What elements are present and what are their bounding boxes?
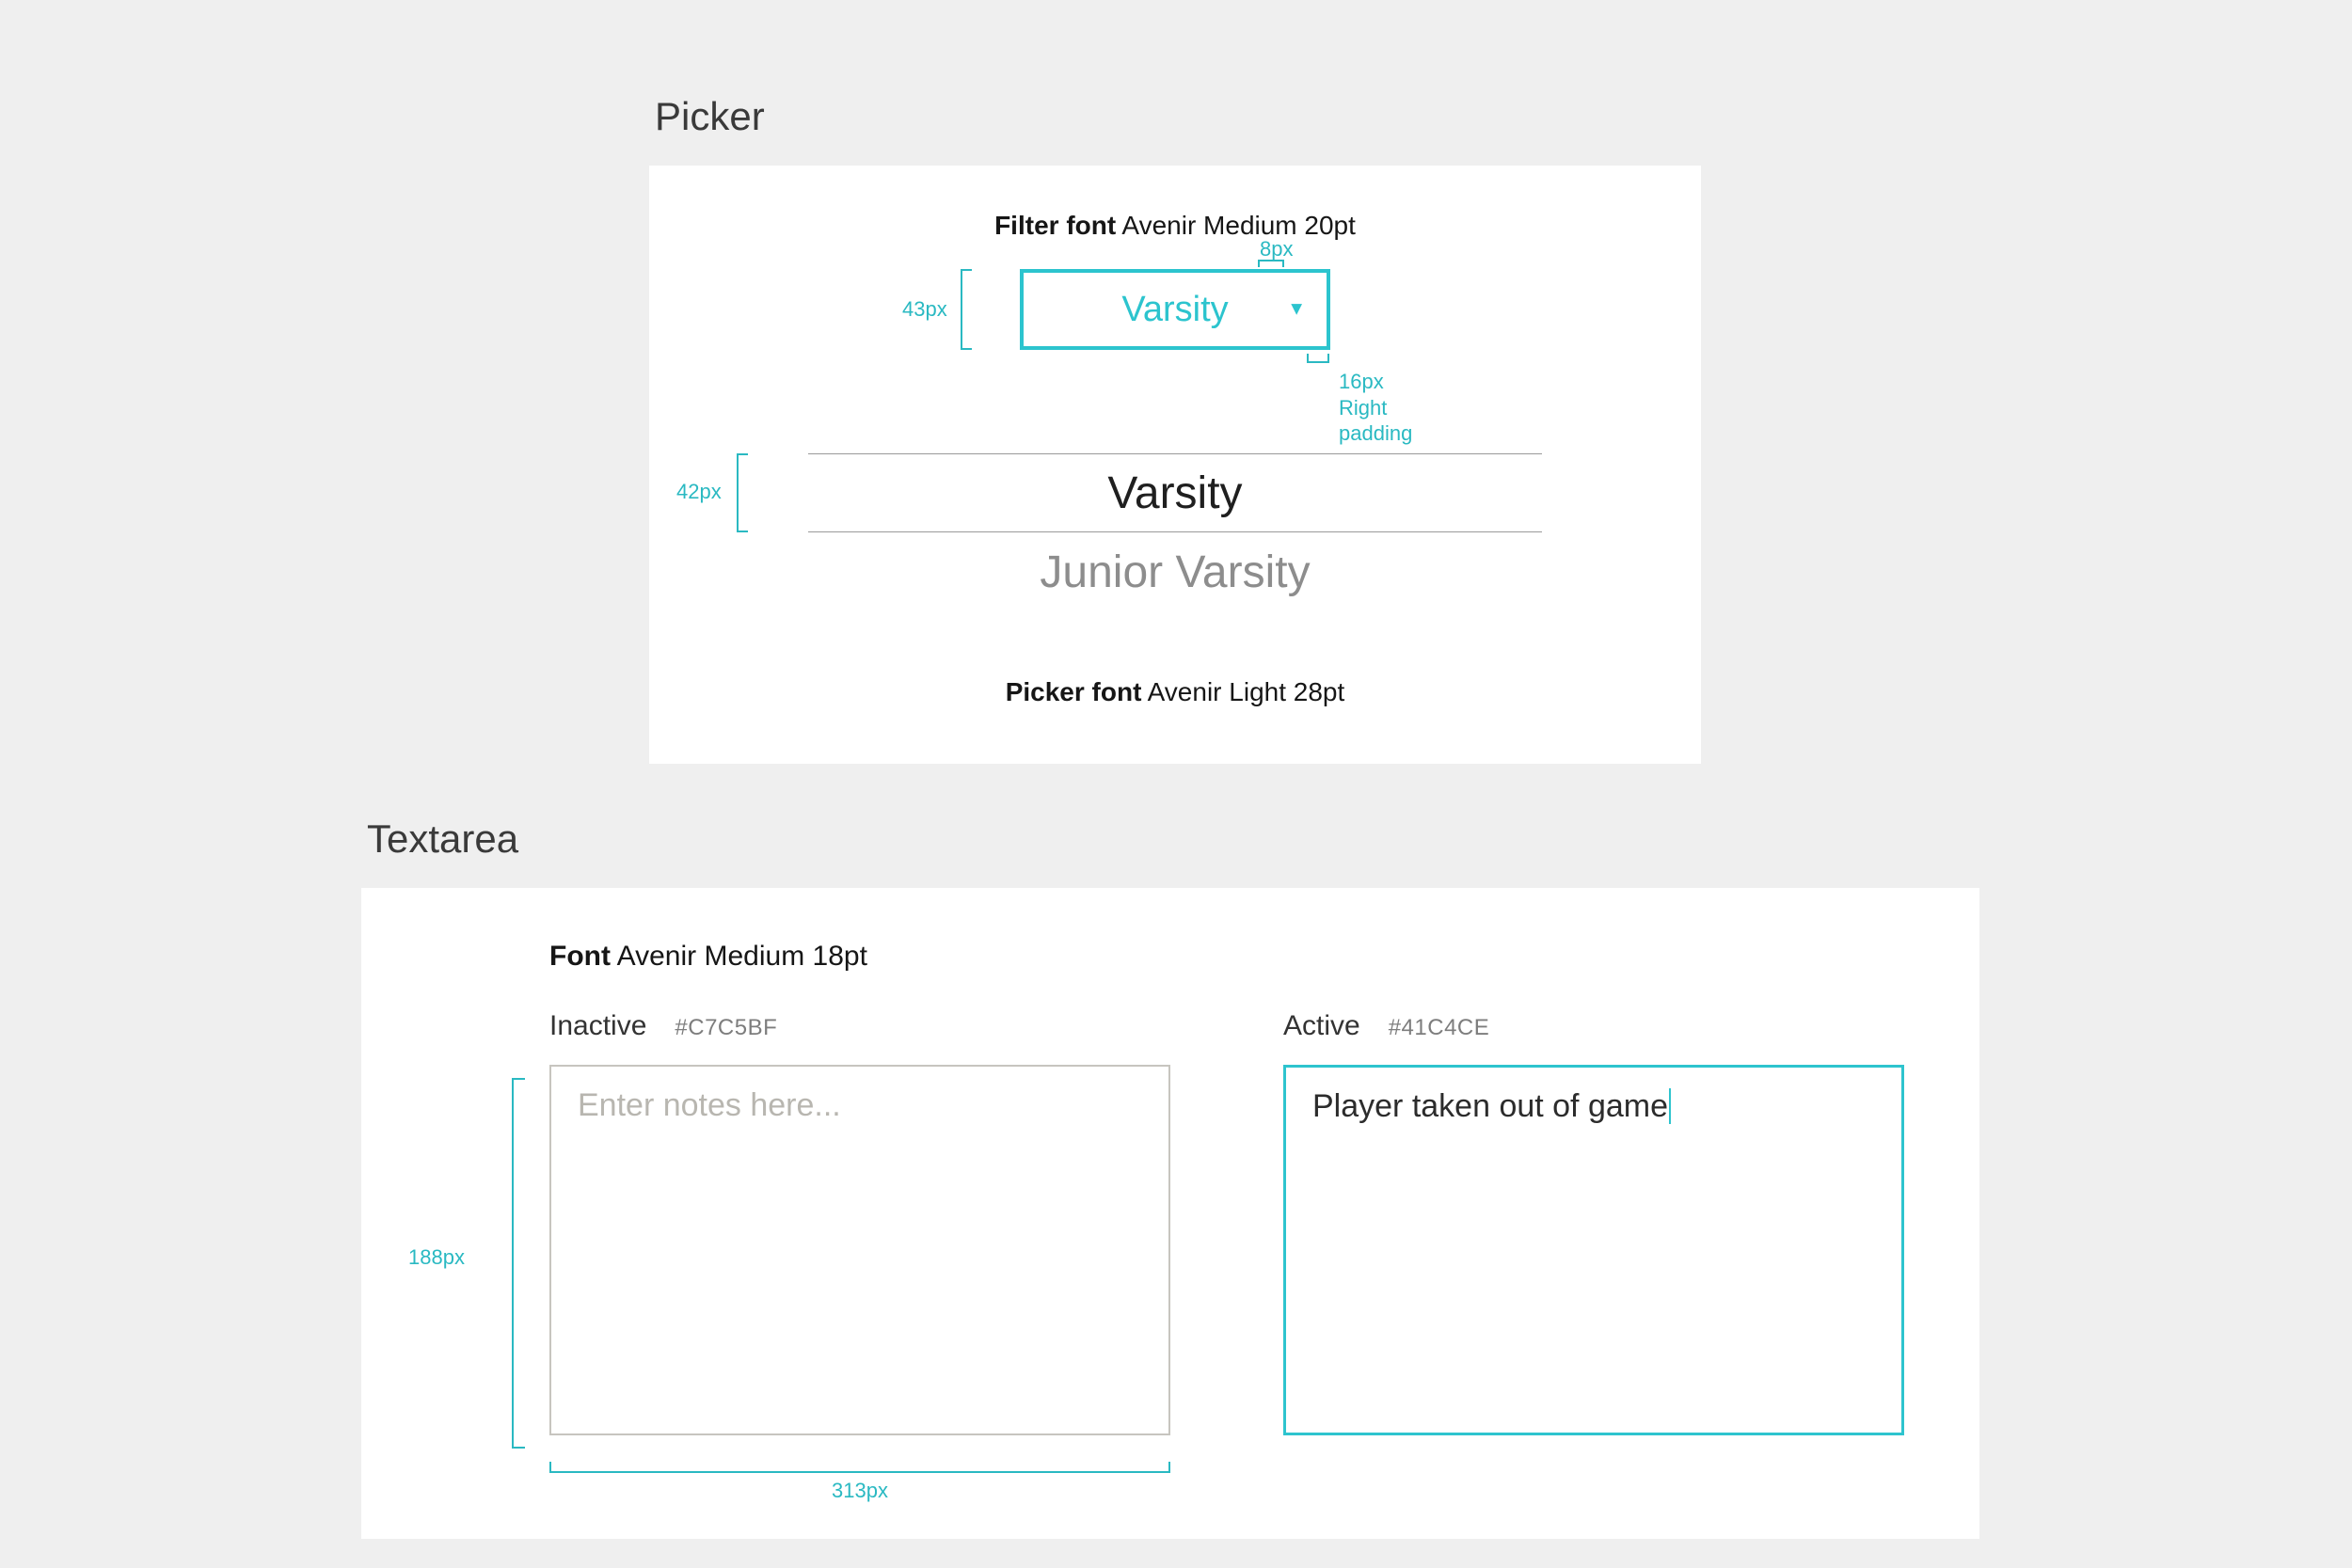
dimension-label-42px: 42px [676, 480, 722, 504]
text-cursor-icon [1669, 1088, 1671, 1124]
textarea-active-hex: #41C4CE [1389, 1015, 1490, 1041]
filter-font-spec-label: Filter font [994, 211, 1116, 240]
dimension-label-313px: 313px [832, 1479, 888, 1503]
picker-section-title: Picker [655, 94, 2352, 139]
dimension-bracket-16px [1307, 354, 1329, 363]
filter-dropdown[interactable]: Varsity ▼ [1020, 269, 1330, 350]
filter-font-spec-value: Avenir Medium 20pt [1121, 211, 1356, 240]
dimension-bracket-43px [961, 269, 972, 350]
dimension-label-16px: 16px Right padding [1339, 369, 1442, 447]
notes-textarea-value: Player taken out of game [1312, 1088, 1668, 1124]
picker-panel: Filter font Avenir Medium 20pt 8px 43px … [649, 166, 1701, 764]
textarea-active-header: Active #41C4CE [1283, 1010, 1904, 1042]
textarea-font-spec-value: Avenir Medium 18pt [617, 941, 867, 972]
filter-font-spec: Filter font Avenir Medium 20pt [706, 211, 1645, 241]
notes-textarea-inactive[interactable]: Enter notes here... [549, 1065, 1170, 1435]
textarea-panel: Font Avenir Medium 18pt 188px 313px Inac… [361, 888, 1979, 1539]
picker-wheel[interactable]: 42px Varsity Junior Varsity [808, 453, 1542, 611]
textarea-inactive-column: Inactive #C7C5BF Enter notes here... [549, 1010, 1170, 1435]
textarea-active-label: Active [1283, 1010, 1360, 1042]
picker-wheel-item-selected[interactable]: Varsity [808, 453, 1542, 532]
textarea-font-spec: Font Avenir Medium 18pt [549, 941, 1904, 973]
picker-font-spec: Picker font Avenir Light 28pt [706, 677, 1645, 707]
textarea-inactive-header: Inactive #C7C5BF [549, 1010, 1170, 1042]
textarea-examples-row: 188px 313px Inactive #C7C5BF Enter notes… [549, 1010, 1904, 1435]
dimension-label-8px: 8px [1260, 237, 1293, 261]
dimension-label-188px: 188px [408, 1245, 465, 1270]
textarea-active-column: Active #41C4CE Player taken out of game [1283, 1010, 1904, 1435]
textarea-section: Textarea Font Avenir Medium 18pt 188px 3… [361, 816, 2352, 1539]
textarea-font-spec-label: Font [549, 941, 611, 972]
dimension-label-43px: 43px [902, 297, 947, 322]
dimension-bracket-8px [1258, 260, 1284, 267]
textarea-section-title: Textarea [367, 816, 2352, 862]
textarea-inactive-label: Inactive [549, 1010, 646, 1042]
notes-textarea-placeholder: Enter notes here... [578, 1087, 841, 1123]
filter-dropdown-value: Varsity [1121, 290, 1228, 330]
dimension-bracket-313px [549, 1462, 1170, 1473]
chevron-down-icon: ▼ [1287, 299, 1306, 321]
picker-font-spec-value: Avenir Light 28pt [1148, 677, 1345, 706]
notes-textarea-active[interactable]: Player taken out of game [1283, 1065, 1904, 1435]
picker-font-spec-label: Picker font [1006, 677, 1142, 706]
textarea-inactive-hex: #C7C5BF [675, 1015, 777, 1041]
dimension-bracket-188px [512, 1078, 525, 1449]
dropdown-row: 8px 43px 16px Right padding Varsity ▼ [706, 269, 1645, 350]
picker-section: Picker Filter font Avenir Medium 20pt 8p… [649, 94, 2352, 764]
picker-wheel-item-next[interactable]: Junior Varsity [808, 532, 1542, 611]
dimension-bracket-42px [737, 453, 748, 532]
